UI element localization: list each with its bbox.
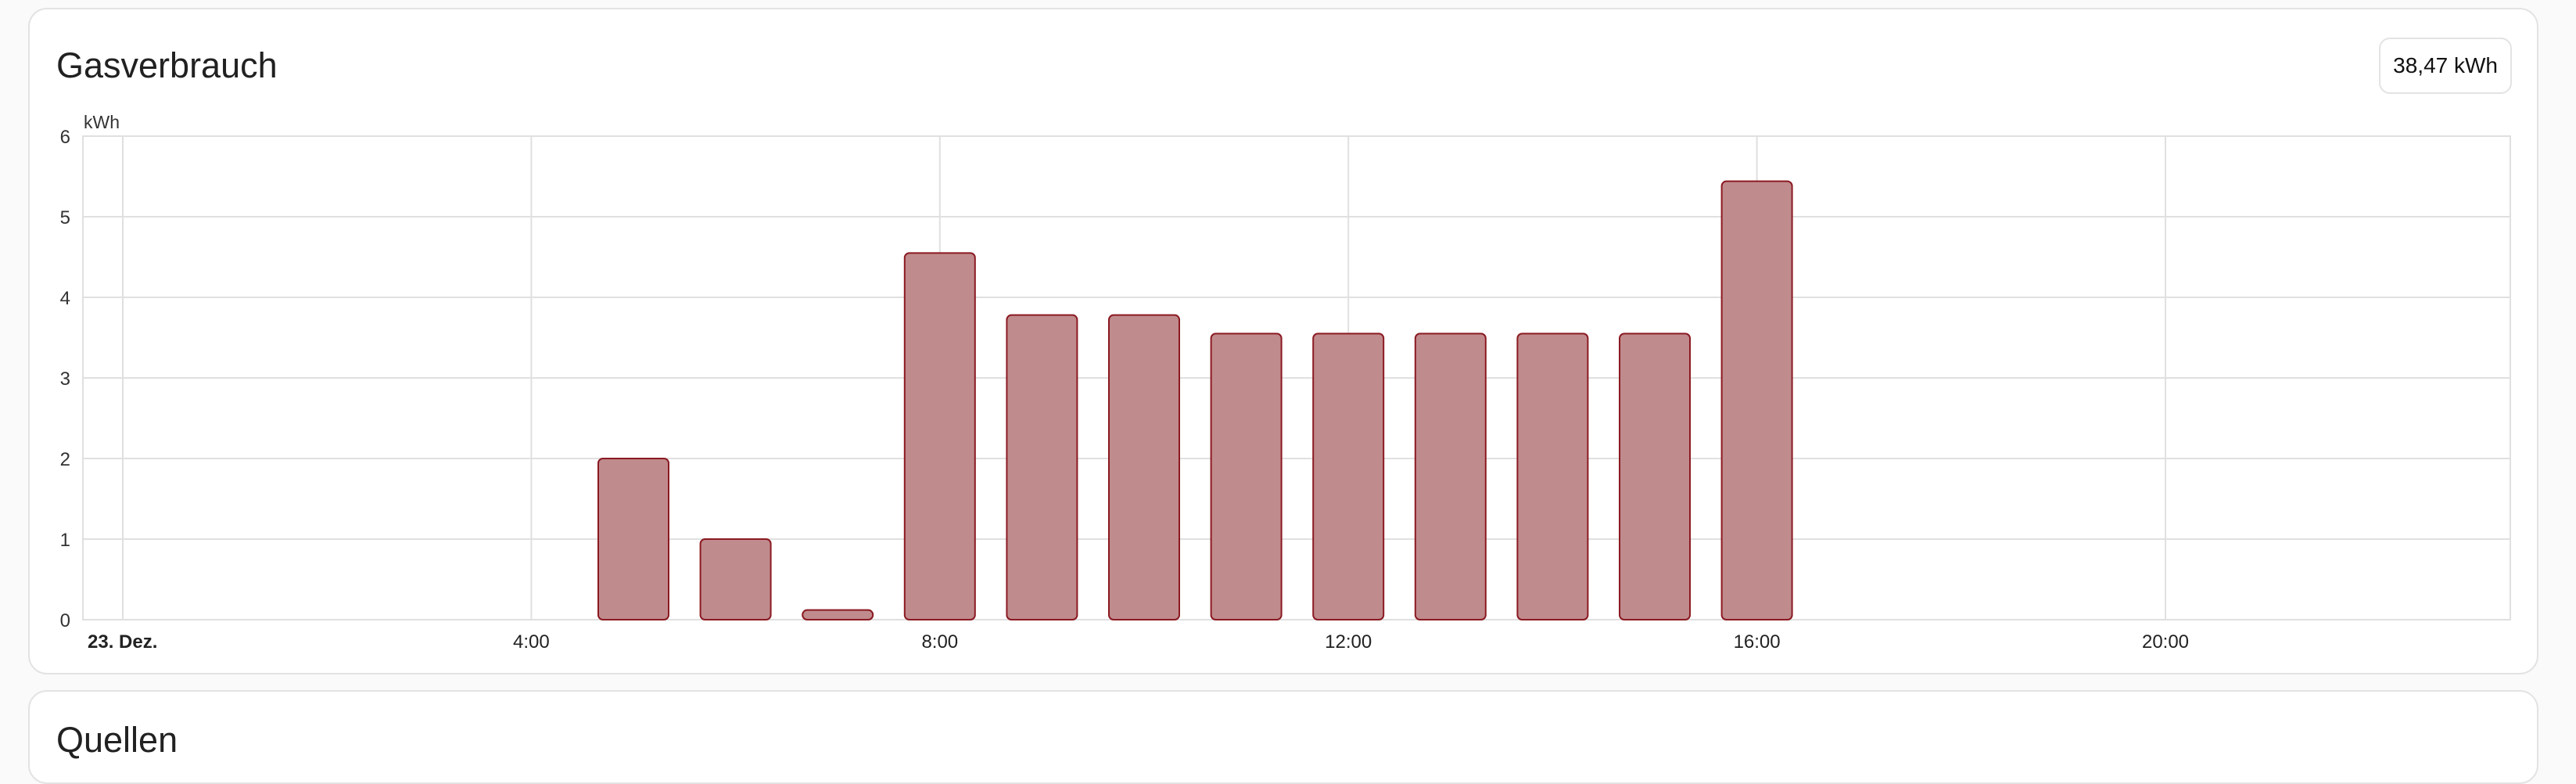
x-tick-label: 4:00 — [513, 631, 550, 653]
bar-7-00 — [802, 609, 874, 621]
bar-12-00 — [1312, 333, 1385, 620]
gas-consumption-chart: 0 1 2 3 4 5 6 kWh 23. Dez. 4:00 8:00 12:00 16:00 20:0… — [60, 112, 2511, 653]
x-tick-label: 12:00 — [1325, 631, 1372, 653]
y-tick-label: 4 — [60, 288, 70, 309]
x-tick-label: 20:00 — [2142, 631, 2189, 653]
bar-5-00 — [597, 458, 669, 620]
x-tick-label: 8:00 — [921, 631, 958, 653]
x-tick-label: 16:00 — [1734, 631, 1781, 653]
y-tick-label: 0 — [60, 610, 70, 631]
bar-11-00 — [1210, 333, 1283, 620]
x-tick-label: 23. Dez. — [88, 631, 157, 653]
bar-14-00 — [1516, 333, 1589, 620]
y-tick-label: 2 — [60, 449, 70, 470]
y-unit-label: kWh — [84, 112, 120, 132]
y-tick-label: 5 — [60, 207, 70, 228]
bar-6-00 — [699, 538, 772, 620]
y-tick-label: 1 — [60, 530, 70, 551]
bar-10-00 — [1108, 314, 1180, 620]
bar-13-00 — [1414, 333, 1487, 620]
y-tick-label: 3 — [60, 369, 70, 390]
sources-card: Quellen — [28, 690, 2538, 784]
bar-15-00 — [1619, 333, 1691, 620]
bar-16-00 — [1720, 180, 1793, 620]
y-tick-label: 6 — [60, 127, 70, 148]
bar-8-00 — [903, 252, 976, 620]
bar-9-00 — [1006, 314, 1078, 620]
sources-card-title: Quellen — [56, 720, 178, 760]
